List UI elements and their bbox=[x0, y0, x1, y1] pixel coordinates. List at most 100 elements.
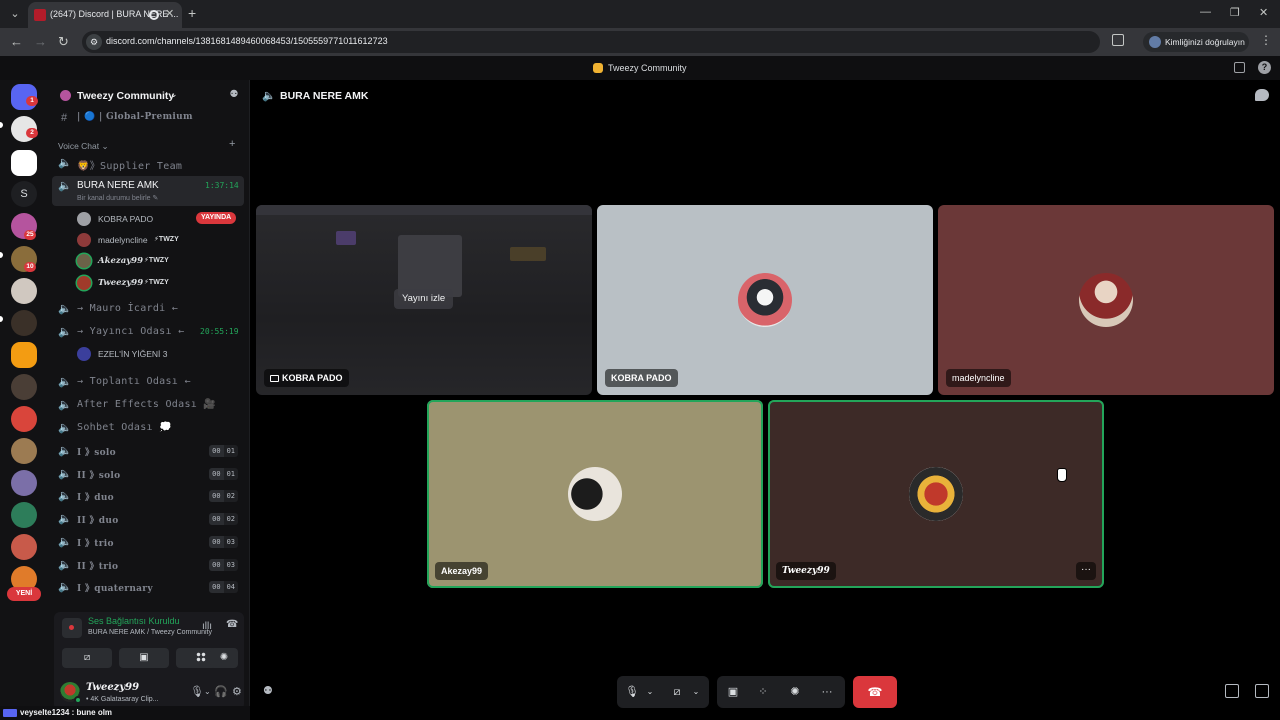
create-channel-plus-icon[interactable]: + bbox=[229, 138, 235, 150]
voice-status-subtitle[interactable]: BURA NERE AMK / Tweezy Community bbox=[88, 629, 212, 636]
channel-room[interactable]: 🔈 I 》duo 00 02 bbox=[52, 486, 244, 506]
server-icon[interactable] bbox=[11, 438, 37, 464]
unread-pip bbox=[0, 316, 3, 322]
activities-grid-icon bbox=[196, 652, 206, 663]
tab-search-chevron-icon[interactable]: ⌄ bbox=[6, 5, 24, 23]
avatar bbox=[77, 347, 91, 361]
video-tile-akezay99[interactable]: Akezay99 bbox=[427, 400, 763, 588]
channel-after-effects[interactable]: 🔈 After Effects Odası 🎥 bbox=[52, 395, 244, 415]
address-bar[interactable]: ⚙ discord.com/channels/13816814894600684… bbox=[82, 31, 1171, 53]
avatar bbox=[77, 276, 91, 290]
server-icon[interactable] bbox=[11, 150, 37, 176]
channel-room[interactable]: 🔈 II 》duo 00 02 bbox=[52, 509, 244, 529]
pop-out-icon[interactable] bbox=[1225, 684, 1239, 698]
profile-label: Kimliğinizi doğrulayın bbox=[1165, 37, 1245, 47]
fullscreen-icon[interactable] bbox=[1255, 684, 1269, 698]
back-arrow-icon[interactable]: ← bbox=[10, 34, 23, 50]
channel-room[interactable]: 🔈 I 》trio 00 03 bbox=[52, 532, 244, 552]
voice-status-title[interactable]: Ses Bağlantısı Kuruldu bbox=[88, 616, 180, 626]
channel-global-premium[interactable]: # | 🔵 | Global-Premium bbox=[52, 108, 244, 128]
leave-call-button[interactable]: ☎ bbox=[853, 676, 897, 708]
counter-current: 00 bbox=[209, 445, 224, 457]
channel-room[interactable]: 🔈 I 》solo 00 01 bbox=[52, 441, 244, 461]
video-tile-madelyncline[interactable]: madelyncline bbox=[938, 205, 1274, 395]
server-icon[interactable] bbox=[11, 278, 37, 304]
channel-label: I 》solo bbox=[77, 448, 116, 458]
channel-status[interactable]: Bir kanal durumu belirle ✎ bbox=[77, 194, 158, 202]
channel-bura-nere-amk[interactable]: 🔈 BURA NERE AMK 1:37:14 Bir kanal durumu… bbox=[52, 176, 244, 206]
server-icon[interactable] bbox=[11, 502, 37, 528]
server-icon[interactable] bbox=[11, 470, 37, 496]
mic-options-chevron-icon[interactable]: ⌄ bbox=[643, 676, 657, 708]
minimize-window-icon[interactable]: — bbox=[1200, 6, 1211, 18]
speaker-icon: 🔈 bbox=[58, 581, 72, 594]
show-chat-icon[interactable] bbox=[1255, 89, 1269, 101]
microphone-icon[interactable]: 🎙 bbox=[190, 686, 204, 698]
user-settings-gear-icon[interactable]: ⚙ bbox=[232, 686, 242, 698]
voice-user-madelyncline[interactable]: madelyncline ⚡TWZY bbox=[74, 230, 244, 250]
extensions-icon[interactable] bbox=[1112, 34, 1124, 46]
server-s-icon[interactable]: S bbox=[11, 181, 37, 207]
voice-user-akezay99[interactable]: Akezay99 ⚡TWZY bbox=[74, 251, 244, 271]
forward-arrow-icon[interactable]: → bbox=[34, 34, 47, 50]
noise-suppression-icon[interactable]: ıllı bbox=[202, 621, 212, 632]
reload-icon[interactable]: ↻ bbox=[58, 34, 69, 50]
server-icon[interactable] bbox=[11, 534, 37, 560]
voice-user-ezel[interactable]: EZEL'İN YİĞENİ 3 bbox=[74, 344, 244, 364]
invite-user-icon[interactable]: ⚉ bbox=[263, 684, 273, 697]
server-icon[interactable] bbox=[11, 406, 37, 432]
server-icon[interactable] bbox=[11, 374, 37, 400]
tab-close-icon[interactable]: ✕ bbox=[165, 7, 174, 20]
voice-user-tweezy99[interactable]: Tweezy99 ⚡TWZY bbox=[74, 273, 244, 293]
browser-menu-icon[interactable]: ⋮ bbox=[1260, 34, 1272, 46]
new-servers-pill[interactable]: YENİ bbox=[7, 587, 41, 601]
new-tab-plus-icon[interactable]: + bbox=[188, 5, 196, 21]
avatar bbox=[738, 273, 792, 327]
browser-tab[interactable]: (2647) Discord | BURA NERE ... ✕ bbox=[28, 2, 182, 28]
watch-stream-button[interactable]: Yayını izle bbox=[394, 289, 454, 309]
activities-icon[interactable]: ⁘ bbox=[753, 676, 773, 708]
inbox-icon[interactable] bbox=[1234, 62, 1245, 73]
chevron-down-icon[interactable]: ⌄ bbox=[204, 686, 211, 698]
screen-share-icon[interactable]: ▣ bbox=[723, 676, 743, 708]
microphone-icon[interactable]: 🎙 bbox=[623, 676, 641, 708]
channel-mauro-icardi[interactable]: 🔈 → Mauro İcardi ← bbox=[52, 299, 244, 319]
more-options-icon[interactable]: ··· bbox=[817, 676, 837, 708]
disconnect-icon[interactable]: ☎ bbox=[226, 619, 238, 630]
maximize-window-icon[interactable]: ❐ bbox=[1230, 6, 1240, 19]
channel-sohbet-odasi[interactable]: 🔈 Sohbet Odası 💭 bbox=[52, 418, 244, 438]
camera-off-icon[interactable]: ⧄ bbox=[667, 676, 687, 708]
video-tile-stream[interactable]: Yayını izle KOBRA PADO bbox=[256, 205, 592, 395]
category-voice-chat[interactable]: Voice Chat ⌄ bbox=[58, 141, 109, 152]
voice-user-kobra-pado[interactable]: KOBRA PADO YAYINDA bbox=[74, 209, 244, 229]
server-icon[interactable] bbox=[11, 310, 37, 336]
screen-share-button[interactable]: ▣ bbox=[119, 648, 169, 668]
channel-room[interactable]: 🔈 II 》trio 00 03 bbox=[52, 555, 244, 575]
help-icon[interactable]: ? bbox=[1258, 61, 1271, 74]
profile-button[interactable]: Kimliğinizi doğrulayın bbox=[1143, 32, 1249, 52]
video-tile-kobra-pado[interactable]: KOBRA PADO bbox=[597, 205, 933, 395]
connection-signal-icon[interactable] bbox=[62, 618, 82, 638]
site-info-icon[interactable]: ⚙ bbox=[86, 34, 102, 50]
channel-label: → Mauro İcardi ← bbox=[77, 303, 179, 314]
invite-people-icon[interactable]: ⚉ bbox=[228, 89, 240, 101]
channel-supplier-team[interactable]: 🔈 🦁》Supplier Team bbox=[52, 153, 244, 173]
soundboard-button[interactable]: ✺ bbox=[210, 648, 238, 668]
user-panel: Tweezy99 • 4K Galatasaray Clip... 🎙 ⌄ 🎧 … bbox=[54, 676, 244, 710]
user-name[interactable]: Tweezy99 bbox=[86, 682, 139, 693]
video-tile-tweezy99[interactable]: Tweezy99 ··· bbox=[768, 400, 1104, 588]
camera-off-button[interactable]: ⧄ bbox=[62, 648, 112, 668]
channel-yayinci-odasi[interactable]: 🔈 → Yayıncı Odası ← 20:55:19 bbox=[52, 322, 244, 342]
dm-unread-badge: 1 bbox=[26, 96, 38, 106]
channel-room[interactable]: 🔈 II 》solo 00 01 bbox=[52, 464, 244, 484]
user-tag: ⚡TWZY bbox=[144, 257, 169, 264]
unread-pip bbox=[0, 122, 3, 128]
tile-more-options-icon[interactable]: ··· bbox=[1076, 562, 1096, 580]
soundboard-icon[interactable]: ✺ bbox=[785, 676, 805, 708]
close-window-icon[interactable]: ✕ bbox=[1259, 6, 1268, 19]
camera-options-chevron-icon[interactable]: ⌄ bbox=[689, 676, 703, 708]
server-icon[interactable] bbox=[11, 342, 37, 368]
channel-room[interactable]: 🔈 I 》quaternary 00 04 bbox=[52, 577, 244, 597]
headphones-icon[interactable]: 🎧 bbox=[214, 686, 228, 698]
channel-toplanti-odasi[interactable]: 🔈 → Toplantı Odası ← bbox=[52, 372, 244, 392]
